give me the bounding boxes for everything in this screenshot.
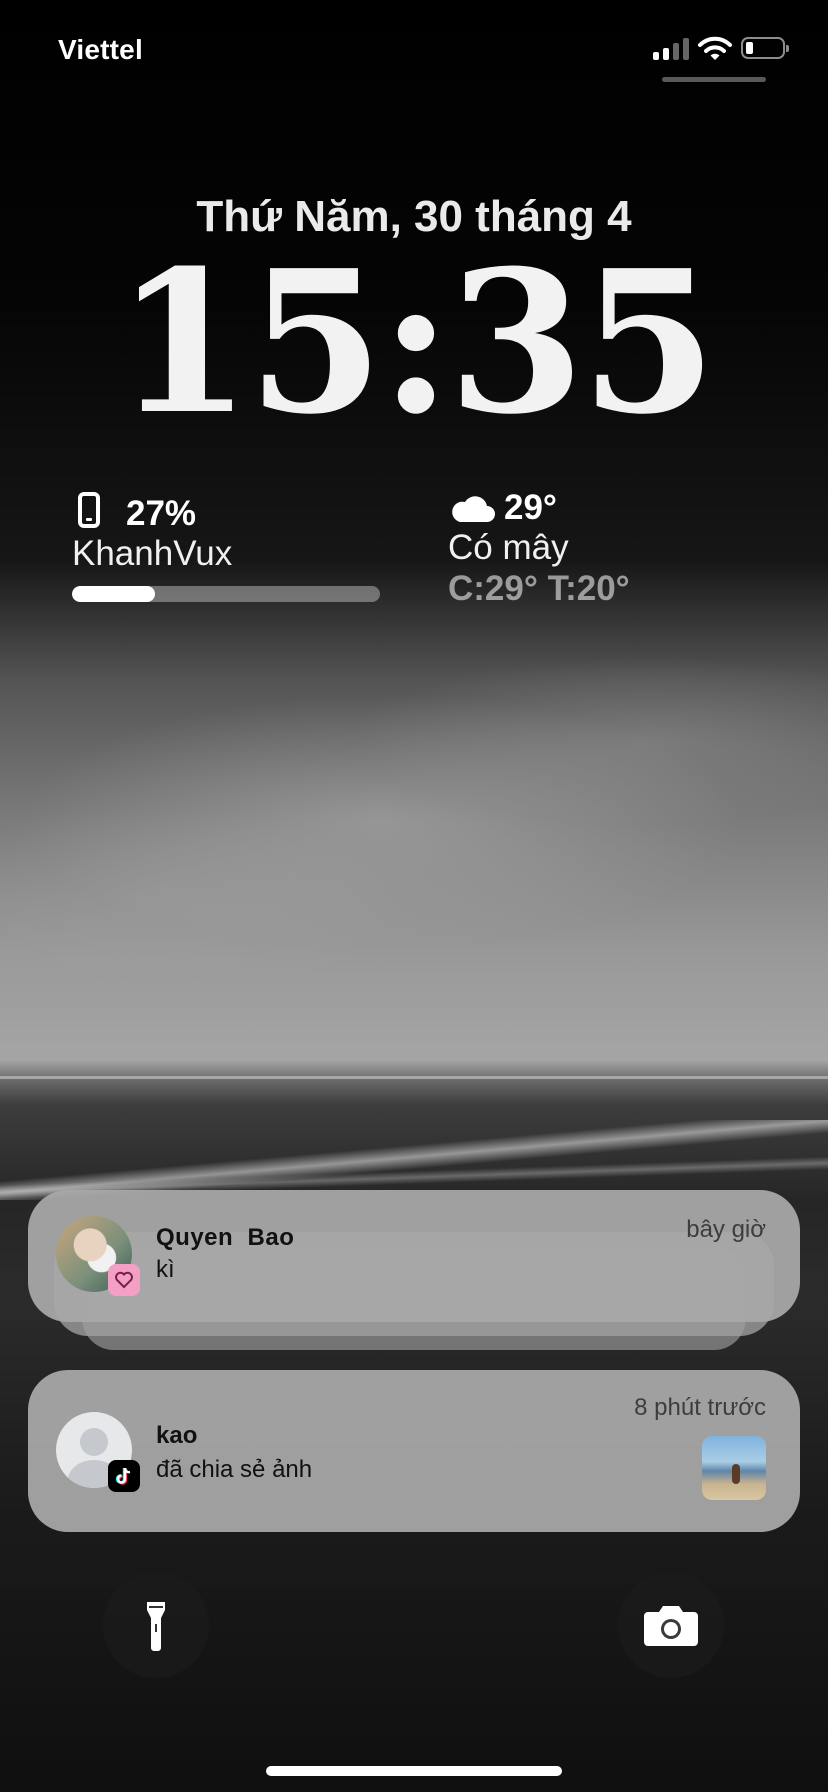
camera-icon xyxy=(644,1606,698,1646)
waves xyxy=(0,1120,828,1200)
flashlight-icon xyxy=(147,1602,165,1651)
weather-temperature: 29° xyxy=(504,488,557,527)
weather-range: C:29° T:20° xyxy=(448,569,630,608)
notification-time: 8 phút trước xyxy=(634,1394,766,1421)
notification-message: đã chia sẻ ảnh xyxy=(156,1456,313,1483)
cloud-icon xyxy=(450,492,496,524)
battery-widget[interactable]: 27% KhanhVux xyxy=(72,490,382,610)
notification-card[interactable]: Quyen Bao kì bây giờ xyxy=(28,1190,800,1322)
notification-card[interactable]: kao đã chia sẻ ảnh 8 phút trước xyxy=(28,1370,800,1532)
notification-time: bây giờ xyxy=(686,1216,766,1243)
device-name: KhanhVux xyxy=(72,534,233,573)
notification-sender: kao xyxy=(156,1422,198,1449)
weather-widget[interactable]: 29° Có mây C:29° T:20° xyxy=(448,488,768,618)
battery-level-bar xyxy=(72,586,380,602)
flashlight-button[interactable] xyxy=(103,1572,209,1678)
notification-sender: Quyen Bao xyxy=(156,1224,295,1251)
battery-level-fill xyxy=(72,586,156,602)
weather-condition: Có mây xyxy=(448,528,569,567)
home-indicator[interactable] xyxy=(266,1766,562,1776)
horizon-line xyxy=(0,1076,828,1079)
heart-icon xyxy=(108,1264,140,1296)
carrier-name: Viettel xyxy=(58,34,143,65)
camera-button[interactable] xyxy=(618,1572,724,1678)
phone-icon xyxy=(78,492,100,528)
shared-photo-thumbnail xyxy=(702,1436,766,1500)
tiktok-icon xyxy=(108,1460,140,1492)
signal-icon xyxy=(653,36,691,60)
wifi-icon xyxy=(698,36,732,62)
battery-percent: 27% xyxy=(126,494,197,533)
status-bar: Viettel xyxy=(0,0,828,90)
notification-message: kì xyxy=(156,1256,175,1283)
control-center-indicator[interactable] xyxy=(662,77,766,82)
battery-icon xyxy=(741,37,789,59)
lock-screen-time: 15:35 xyxy=(115,228,717,458)
